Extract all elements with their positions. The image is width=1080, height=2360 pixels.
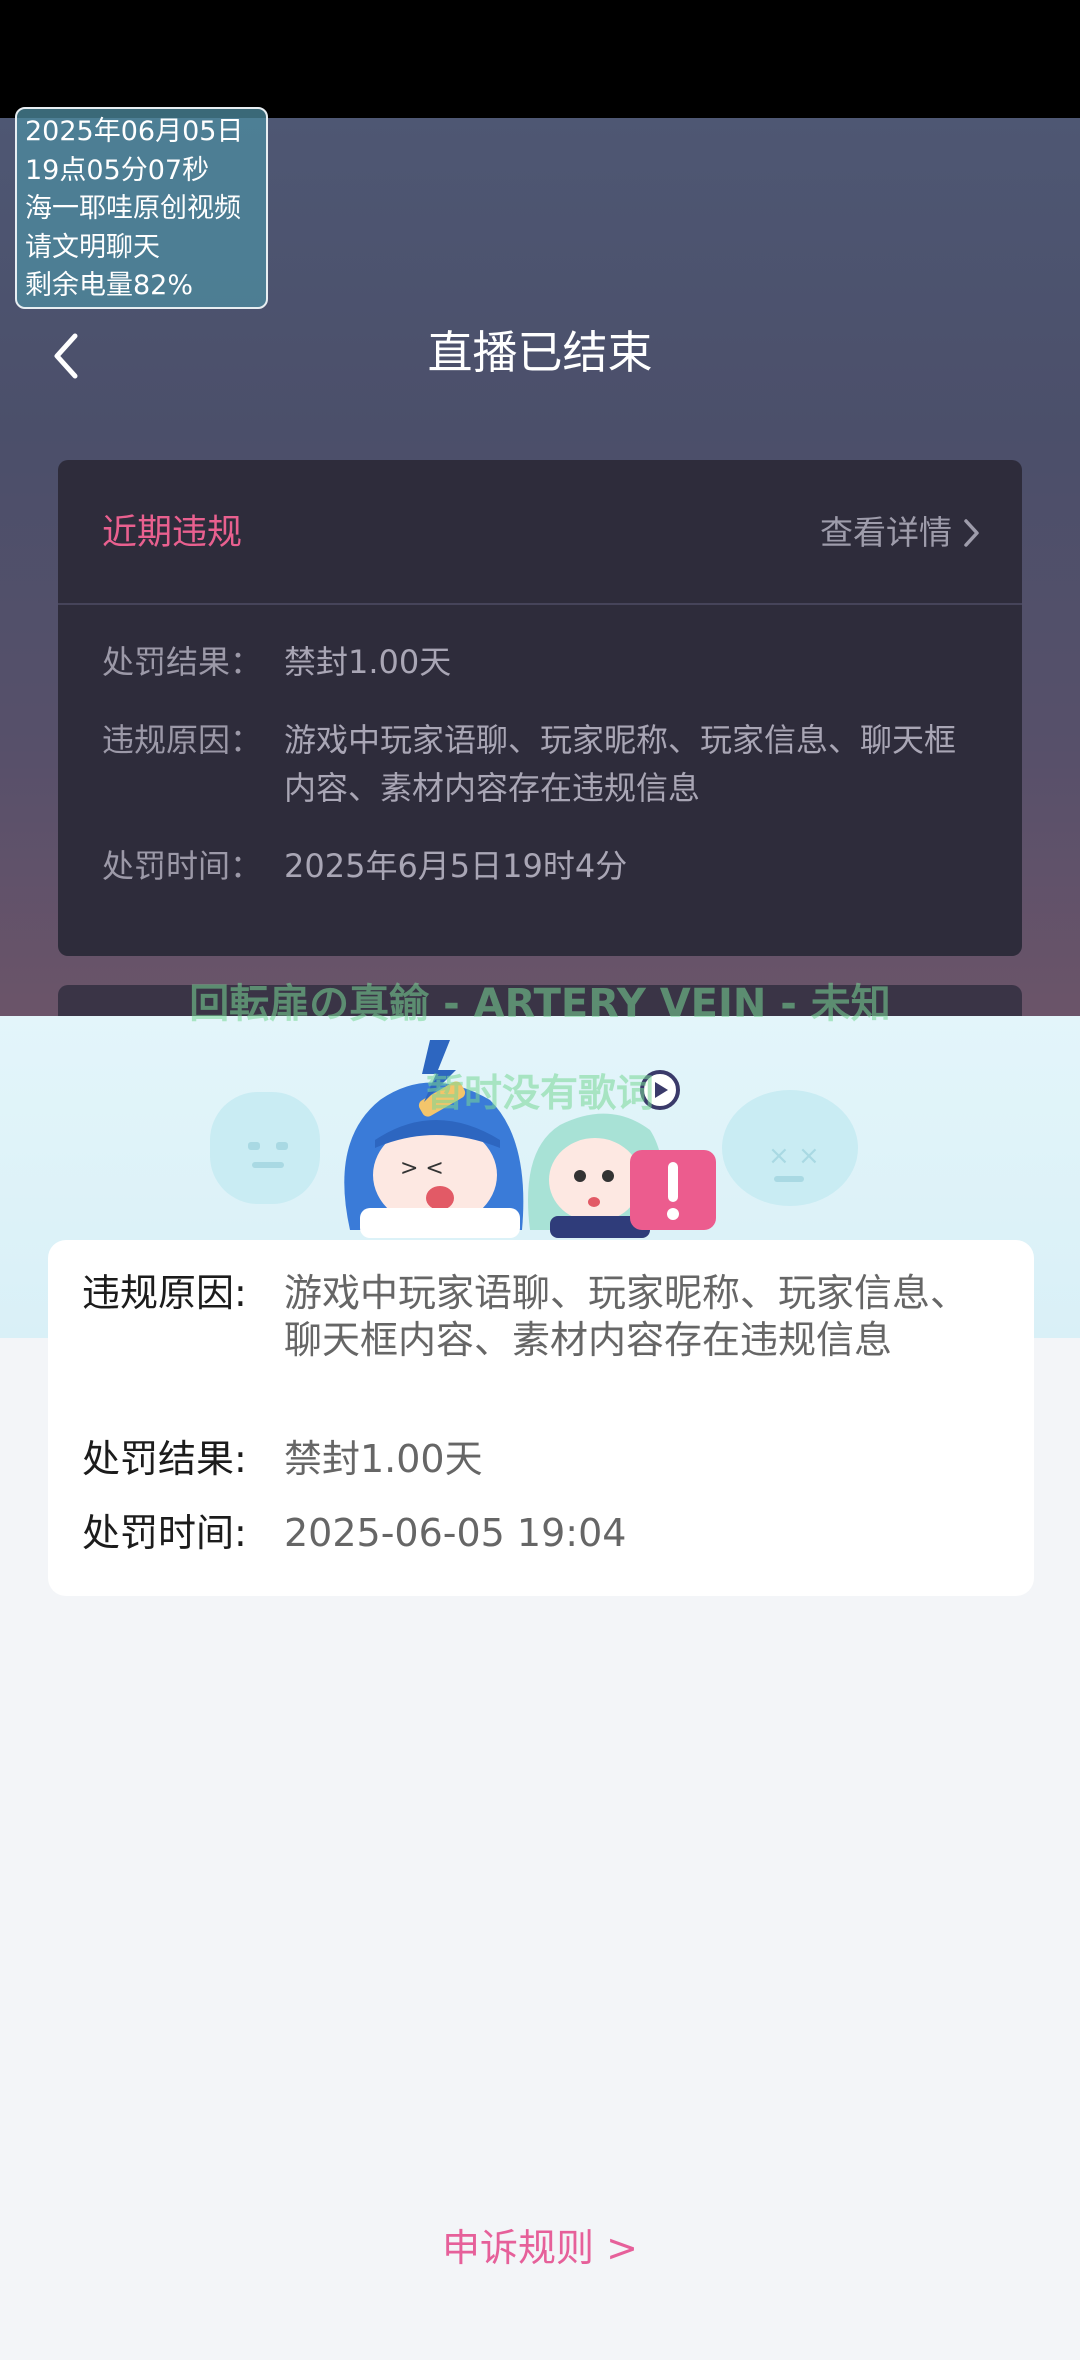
recording-overlay: 2025年06月05日 19点05分07秒 海一耶哇原创视频 请文明聊天 剩余电… (15, 107, 268, 309)
detail-time-row: 处罚时间: 2025-06-05 19:04 (82, 1510, 984, 1557)
violation-reason-value: 游戏中玩家语聊、玩家昵称、玩家信息、聊天框内容、素材内容存在违规信息 (284, 721, 957, 807)
violation-card-header: 近期违规 查看详情 (58, 460, 1022, 604)
penalty-time-label: 处罚时间： (102, 847, 263, 885)
overlay-source: 海一耶哇原创视频 (25, 193, 241, 224)
recent-violation-card: 近期违规 查看详情 处罚结果： 禁封1.00天 违规原因： 游戏中玩家语聊、玩家… (58, 460, 1022, 956)
overlay-time: 19点05分07秒 (25, 154, 210, 186)
overlay-date: 2025年06月05日 (25, 116, 244, 147)
overlay-notice: 请文明聊天 (25, 231, 160, 263)
penalty-result-label: 处罚结果： (102, 643, 263, 681)
detail-reason-value: 游戏中玩家语聊、玩家昵称、玩家信息、聊天框内容、素材内容存在违规信息 (284, 1271, 969, 1362)
view-details-link[interactable]: 查看详情 (820, 508, 980, 558)
page-title: 直播已结束 (427, 326, 653, 379)
detail-reason-row: 违规原因: 游戏中玩家语聊、玩家昵称、玩家信息、聊天框内容、素材内容存在违规信息 (82, 1270, 984, 1364)
svg-text:× ×: × × (768, 1141, 820, 1171)
violation-reason-label: 违规原因： (102, 721, 263, 759)
detail-time-label: 处罚时间: (82, 1511, 247, 1555)
now-playing-song: 回転扉の真鍮 - ARTERY VEIN - 未知 (189, 981, 891, 1027)
chevron-right-icon (964, 519, 979, 547)
penalty-result-row: 处罚结果： 禁封1.00天 (102, 638, 974, 686)
violation-card-title: 近期违规 (102, 513, 243, 553)
penalty-time-row: 处罚时间： 2025年6月5日19时4分 (102, 842, 974, 890)
svg-text:> <: > < (400, 1156, 444, 1181)
detail-reason-label: 违规原因: (82, 1271, 247, 1315)
detail-result-value: 禁封1.00天 (284, 1437, 483, 1481)
view-details-label: 查看详情 (820, 513, 952, 552)
overlay-battery: 剩余电量82% (25, 270, 194, 301)
detail-result-row: 处罚结果: 禁封1.00天 (82, 1436, 984, 1483)
detail-time-value: 2025-06-05 19:04 (284, 1511, 627, 1555)
penalty-time-value: 2025年6月5日19时4分 (284, 847, 628, 885)
alert-icon (630, 1150, 716, 1230)
divider (58, 603, 1022, 605)
status-bar-area (0, 0, 1080, 118)
violation-reason-row: 违规原因： 游戏中玩家语聊、玩家昵称、玩家信息、聊天框内容、素材内容存在违规信息 (102, 716, 974, 812)
appeal-rules-link[interactable]: 申诉规则 > (0, 2220, 1080, 2276)
detail-result-label: 处罚结果: (82, 1437, 247, 1481)
penalty-illustration: × × > < (210, 1040, 858, 1238)
lyrics-placeholder: 暂时没有歌词 (425, 1071, 654, 1115)
penalty-detail-card: 违规原因: 游戏中玩家语聊、玩家昵称、玩家信息、聊天框内容、素材内容存在违规信息… (48, 1240, 1034, 1596)
penalty-result-value: 禁封1.00天 (284, 643, 452, 681)
